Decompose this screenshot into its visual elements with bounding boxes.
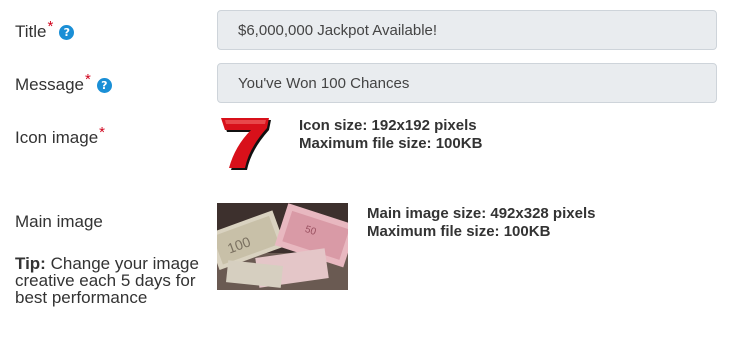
title-label: Title*? (15, 18, 75, 43)
main-image-preview[interactable]: 100 50 (217, 203, 348, 290)
image-tip: Tip: Change your image creative each 5 d… (15, 255, 205, 306)
message-input[interactable] (217, 63, 717, 103)
main-image-max-file-info: Maximum file size: 100KB (367, 223, 551, 240)
main-image-size-info: Main image size: 492x328 pixels (367, 205, 596, 222)
title-input[interactable] (217, 10, 717, 50)
icon-image-required-mark: * (99, 124, 106, 141)
icon-max-file-info: Maximum file size: 100KB (299, 135, 483, 152)
icon-image-preview[interactable] (217, 112, 281, 176)
cash-photo-image: 100 50 (217, 203, 348, 290)
icon-size-info: Icon size: 192x192 pixels (299, 117, 477, 134)
title-label-text: Title (15, 22, 47, 41)
title-required-mark: * (47, 18, 54, 35)
title-help-icon[interactable]: ? (59, 25, 75, 40)
lucky-seven-icon (221, 118, 271, 170)
message-label: Message*? (15, 71, 112, 96)
icon-image-label-text: Icon image (15, 128, 99, 147)
icon-image-label: Icon image* (15, 124, 105, 149)
message-required-mark: * (84, 71, 91, 88)
message-help-icon[interactable]: ? (96, 78, 112, 93)
message-label-text: Message (15, 75, 84, 94)
main-image-label: Main image (15, 212, 103, 231)
